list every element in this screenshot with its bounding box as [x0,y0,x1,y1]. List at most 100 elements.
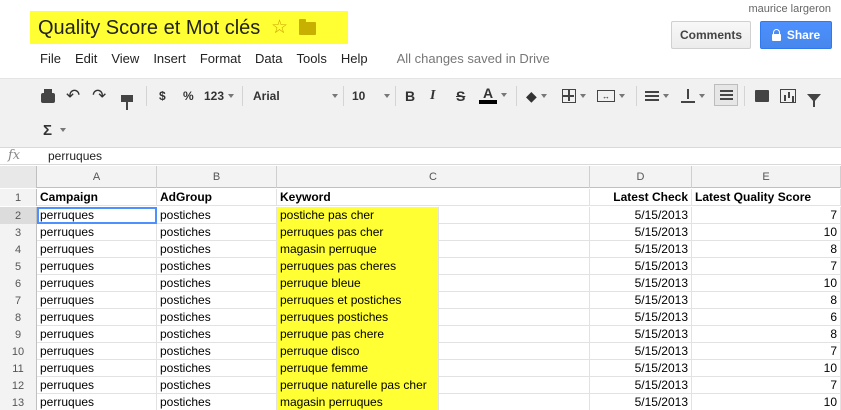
font-dropdown[interactable]: Arial [253,86,338,106]
cell-header-keyword[interactable]: Keyword [277,189,590,206]
cell-quality-score[interactable]: 7 [692,258,841,275]
cell-adgroup[interactable]: postiches [157,377,277,394]
menu-data[interactable]: Data [255,51,282,66]
cell-adgroup[interactable]: postiches [157,326,277,343]
cell-adgroup[interactable]: postiches [157,207,277,224]
strikethrough-button[interactable]: S [456,86,465,106]
cell-keyword[interactable]: magasin perruques [277,394,439,410]
menu-edit[interactable]: Edit [75,51,97,66]
star-icon[interactable]: ☆ [271,16,288,39]
cell-quality-score[interactable]: 7 [692,343,841,360]
cell-quality-score[interactable]: 10 [692,275,841,292]
cell-campaign[interactable]: perruques [37,292,157,309]
functions-button[interactable]: Σ [43,120,67,140]
cell-adgroup[interactable]: postiches [157,275,277,292]
cell-keyword-overflow[interactable] [439,377,590,394]
row-number[interactable]: 13 [0,394,37,410]
menu-view[interactable]: View [111,51,139,66]
cell-keyword[interactable]: perruques et postiches [277,292,439,309]
row-number[interactable]: 11 [0,360,37,377]
document-title[interactable]: Quality Score et Mot clés [38,17,260,40]
cell-latest-check[interactable]: 5/15/2013 [590,292,692,309]
cell-keyword-overflow[interactable] [439,394,590,410]
cell-campaign[interactable]: perruques [37,258,157,275]
comment-button[interactable] [755,86,769,106]
merge-button[interactable]: ↔ [597,86,625,106]
cell-keyword-overflow[interactable] [439,326,590,343]
row-number[interactable]: 12 [0,377,37,394]
row-number[interactable]: 1 [0,189,37,206]
row-number[interactable]: 3 [0,224,37,241]
column-header-c[interactable]: C [277,166,590,188]
cell-quality-score[interactable]: 6 [692,309,841,326]
cell-keyword-overflow[interactable] [439,207,590,224]
bold-button[interactable]: B [405,86,415,106]
cell-adgroup[interactable]: postiches [157,394,277,410]
cell-quality-score[interactable]: 8 [692,292,841,309]
cell-latest-check[interactable]: 5/15/2013 [590,224,692,241]
fill-color-button[interactable]: ◆ [526,86,547,106]
row-number[interactable]: 10 [0,343,37,360]
cell-keyword[interactable]: perruques pas cher [277,224,439,241]
filter-button[interactable] [807,88,821,108]
cell-quality-score[interactable]: 10 [692,360,841,377]
chart-button[interactable] [780,86,796,106]
cell-keyword-overflow[interactable] [439,224,590,241]
row-number[interactable]: 6 [0,275,37,292]
number-format-dropdown[interactable]: 123 [204,86,235,106]
row-number[interactable]: 9 [0,326,37,343]
print-button[interactable] [41,88,55,108]
cell-latest-check[interactable]: 5/15/2013 [590,360,692,377]
cell-quality-score[interactable]: 10 [692,394,841,410]
menu-help[interactable]: Help [341,51,368,66]
cell-keyword[interactable]: perruques pas cheres [277,258,439,275]
cell-quality-score[interactable]: 7 [692,207,841,224]
cell-keyword[interactable]: perruque femme [277,360,439,377]
cell-adgroup[interactable]: postiches [157,343,277,360]
column-header-d[interactable]: D [590,166,692,188]
cell-quality-score[interactable]: 7 [692,377,841,394]
cell-keyword-overflow[interactable] [439,258,590,275]
cell-latest-check[interactable]: 5/15/2013 [590,207,692,224]
cell-keyword[interactable]: perruque pas chere [277,326,439,343]
cell-campaign[interactable]: perruques [37,343,157,360]
percent-button[interactable]: % [183,86,194,106]
undo-icon[interactable]: ↶ [66,86,80,106]
cell-keyword-overflow[interactable] [439,241,590,258]
text-color-button[interactable]: A [479,85,507,105]
cell-campaign[interactable]: perruques [37,377,157,394]
cell-campaign[interactable]: perruques [37,275,157,292]
cell-keyword[interactable]: perruque bleue [277,275,439,292]
paint-format-button[interactable] [121,88,133,110]
cell-quality-score[interactable]: 8 [692,326,841,343]
row-number[interactable]: 5 [0,258,37,275]
cell-header-campaign[interactable]: Campaign [37,189,157,206]
cell-header-latest-check[interactable]: Latest Check [590,189,692,206]
menu-format[interactable]: Format [200,51,241,66]
share-button[interactable]: Share [760,21,832,49]
cell-latest-check[interactable]: 5/15/2013 [590,377,692,394]
column-header-a[interactable]: A [37,166,157,188]
save-status[interactable]: All changes saved in Drive [397,51,550,66]
cell-latest-check[interactable]: 5/15/2013 [590,241,692,258]
cell-keyword-overflow[interactable] [439,292,590,309]
cell-latest-check[interactable]: 5/15/2013 [590,343,692,360]
cell-campaign[interactable]: perruques [37,207,157,224]
cell-campaign[interactable]: perruques [37,241,157,258]
cell-keyword-overflow[interactable] [439,343,590,360]
cell-campaign[interactable]: perruques [37,309,157,326]
cell-keyword[interactable]: perruque naturelle pas cher [277,377,439,394]
cell-keyword-overflow[interactable] [439,360,590,377]
redo-icon[interactable]: ↷ [92,86,106,106]
cell-header-adgroup[interactable]: AdGroup [157,189,277,206]
row-number[interactable]: 8 [0,309,37,326]
cell-keyword-overflow[interactable] [439,309,590,326]
italic-button[interactable]: I [430,86,435,106]
cell-adgroup[interactable]: postiches [157,224,277,241]
valign-button[interactable] [681,86,705,106]
formula-input[interactable]: perruques [48,149,102,163]
cell-latest-check[interactable]: 5/15/2013 [590,275,692,292]
wrap-button[interactable] [714,84,738,106]
borders-button[interactable] [562,86,586,106]
row-number[interactable]: 4 [0,241,37,258]
